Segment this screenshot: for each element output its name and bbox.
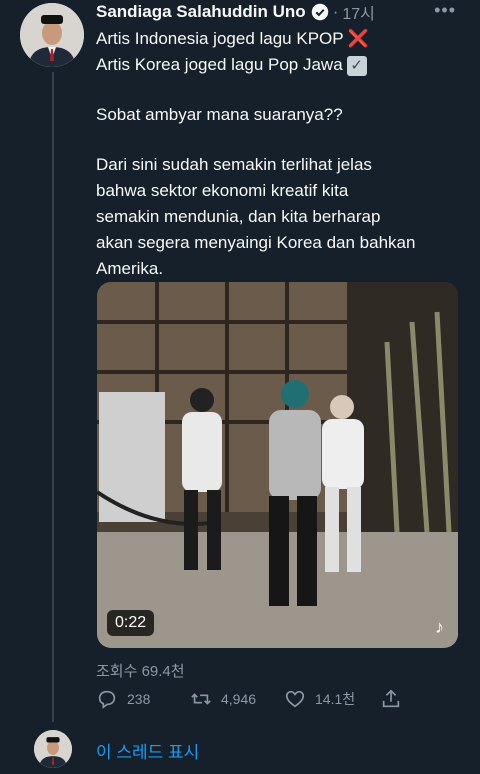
author-name[interactable]: Sandiaga Salahuddin Uno [96, 2, 306, 22]
text-line: Sobat ambyar mana suaranya?? [96, 105, 343, 124]
text-line: akan segera menyaingi Korea dan bahkan [96, 233, 416, 252]
text-line: Amerika. [96, 259, 164, 278]
tweet-header: Sandiaga Salahuddin Uno · 17시 [96, 0, 466, 24]
retweet-icon [191, 693, 211, 705]
text-line: semakin mendunia, dan kita berharap [96, 207, 381, 226]
reply-count: 238 [127, 691, 151, 707]
thread-line [52, 72, 54, 722]
text-line: Artis Indonesia joged lagu KPOP ❌ [96, 29, 369, 48]
show-thread-link[interactable]: 이 스레드 표시 [96, 738, 199, 763]
retweet-button[interactable]: 4,946 [190, 688, 256, 710]
video-player[interactable]: 0:22 ♪ [97, 282, 458, 648]
cross-mark-icon: ❌ [347, 29, 369, 48]
more-options-icon[interactable]: ••• [434, 0, 456, 21]
reply-icon [98, 690, 116, 709]
tweet-text: Artis Indonesia joged lagu KPOP ❌ Artis K… [96, 26, 466, 282]
like-button[interactable]: 14.1천 [284, 688, 355, 710]
check-mark-icon: ✓ [346, 55, 367, 76]
video-duration: 0:22 [107, 610, 155, 636]
retweet-count: 4,946 [221, 691, 257, 707]
share-button[interactable] [380, 688, 411, 710]
text-line: Dari sini sudah semakin terlihat jelas [96, 155, 372, 174]
text-line: bahwa sektor ekonomi kreatif kita [96, 181, 349, 200]
avatar[interactable] [34, 730, 72, 768]
text-line: Artis Korea joged lagu Pop Jawa ✓ [96, 52, 466, 78]
verified-icon [311, 3, 329, 21]
tiktok-logo-icon: ♪ [435, 617, 444, 637]
separator-dot: · [332, 2, 339, 21]
avatar[interactable] [20, 3, 84, 67]
view-count: 조회수 69.4천 [96, 663, 185, 680]
action-bar: 238 4,946 14.1천 [96, 688, 416, 716]
reply-button[interactable]: 238 [96, 688, 150, 710]
tweet-time[interactable]: 17시 [342, 0, 375, 24]
like-count: 14.1천 [315, 691, 356, 707]
heart-icon [285, 690, 305, 708]
share-icon [382, 689, 400, 708]
